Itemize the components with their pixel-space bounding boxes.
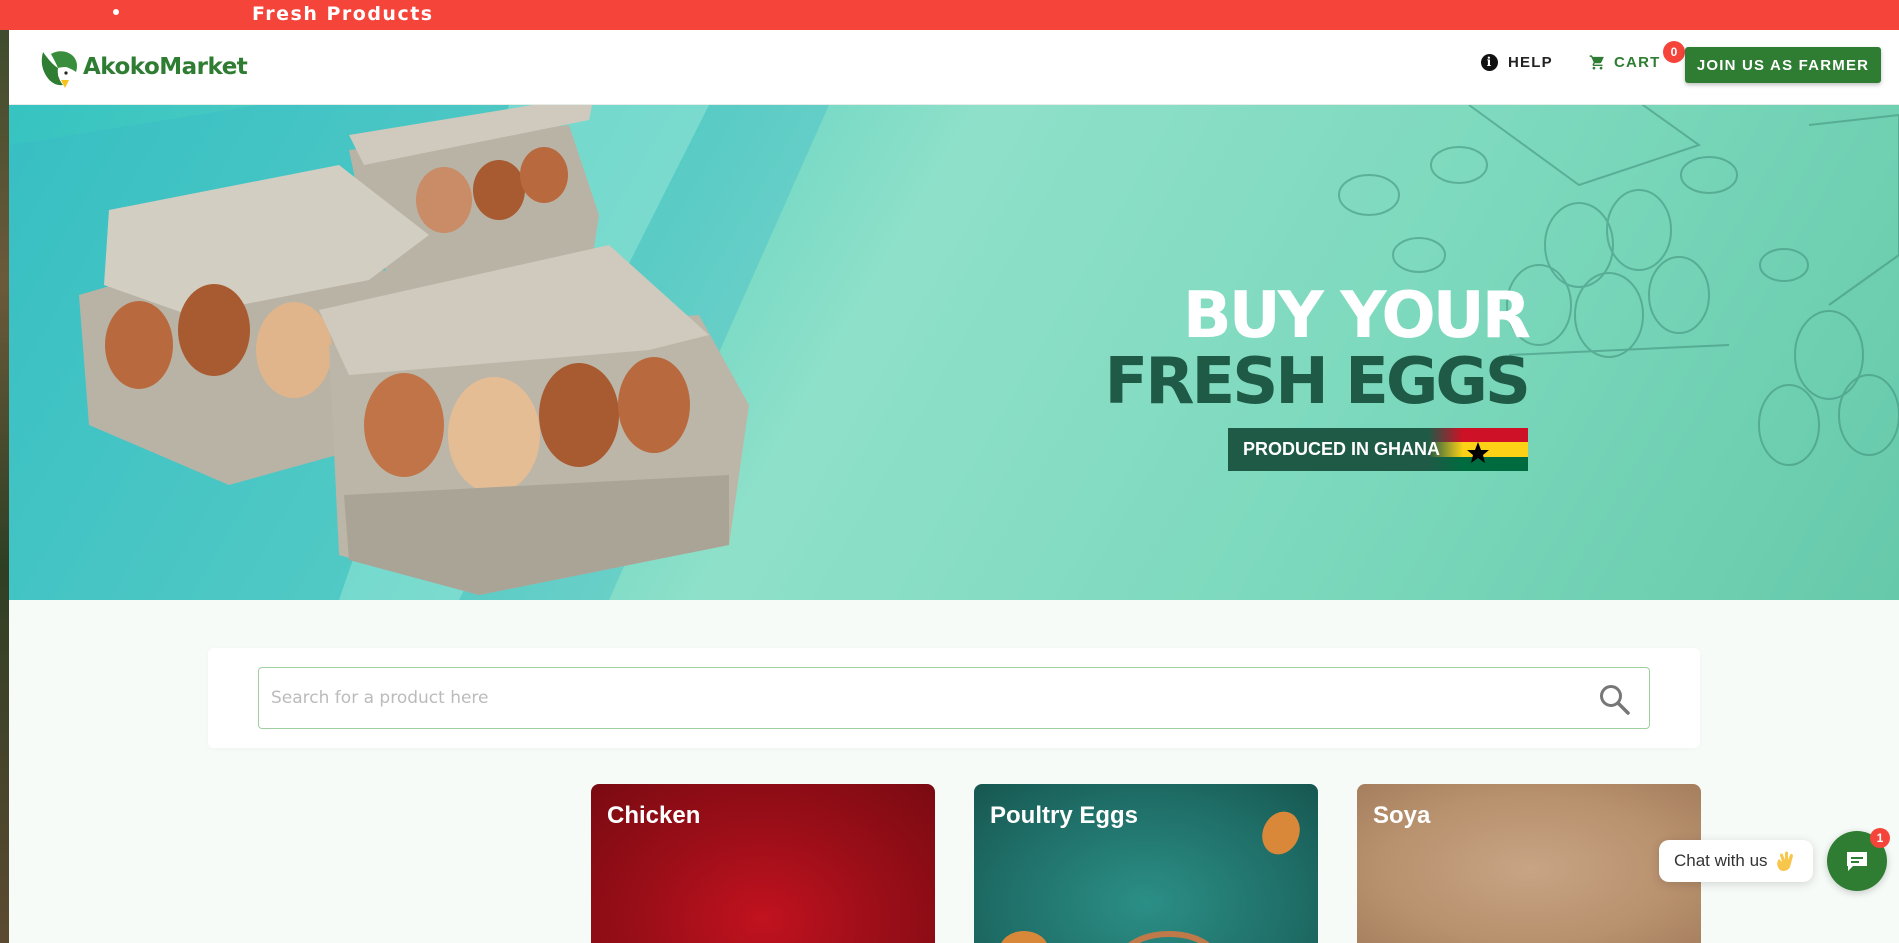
category-card-poultry-eggs[interactable]: Poultry Eggs	[974, 784, 1318, 943]
hero-title-line2: FRESH EGGS	[1104, 345, 1531, 419]
bullet-icon	[113, 9, 119, 15]
egg-icon	[1262, 811, 1300, 855]
egg-icon	[1001, 931, 1047, 943]
cart-link[interactable]: CART 0	[1589, 41, 1685, 71]
search-input[interactable]	[271, 668, 1571, 728]
search-icon[interactable]	[1597, 682, 1631, 716]
category-label: Chicken	[607, 802, 701, 829]
search-section	[208, 648, 1700, 748]
logo[interactable]: AkokoMarket	[37, 42, 248, 92]
help-label: HELP	[1508, 54, 1553, 71]
chat-notification-badge: 1	[1870, 828, 1890, 848]
hero-title-line1: BUY YOUR	[1182, 279, 1531, 353]
chat-icon	[1847, 852, 1867, 871]
help-link[interactable]: i HELP	[1481, 54, 1553, 71]
bird-logo-icon	[41, 51, 77, 88]
category-card-chicken[interactable]: Chicken	[591, 784, 935, 943]
join-as-farmer-button[interactable]: JOIN US AS FARMER	[1685, 47, 1881, 83]
cart-icon	[1589, 55, 1604, 70]
chat-with-us-bubble[interactable]: Chat with us	[1659, 840, 1813, 882]
site-header: AkokoMarket i HELP CART 0 JOIN US AS FAR…	[9, 30, 1899, 105]
announcement-ticker: Fresh Products	[0, 0, 1899, 30]
cart-count-badge: 0	[1663, 41, 1685, 63]
background-edge	[0, 0, 9, 943]
cart-label: CART	[1614, 54, 1661, 71]
logo-text: AkokoMarket	[83, 54, 248, 80]
search-box	[258, 667, 1650, 729]
category-label: Poultry Eggs	[990, 802, 1139, 829]
waving-hand-icon	[1776, 851, 1793, 871]
basket-icon	[1128, 931, 1210, 943]
ticker-text: Fresh Products	[252, 3, 434, 25]
category-card-soya[interactable]: Soya	[1357, 784, 1701, 943]
hero-banner: BUY YOUR FRESH EGGS PRODUCED IN GHANA	[9, 105, 1899, 600]
chat-bubble-text: Chat with us	[1674, 851, 1768, 870]
ghana-flag-icon	[1428, 428, 1528, 471]
info-icon: i	[1481, 54, 1498, 71]
category-label: Soya	[1373, 802, 1431, 829]
badge-text: PRODUCED IN GHANA	[1243, 439, 1441, 459]
egg-cartons-image	[9, 105, 829, 600]
produced-in-ghana-badge: PRODUCED IN GHANA	[1228, 428, 1528, 471]
hero-title: BUY YOUR FRESH EGGS	[1104, 279, 1531, 419]
